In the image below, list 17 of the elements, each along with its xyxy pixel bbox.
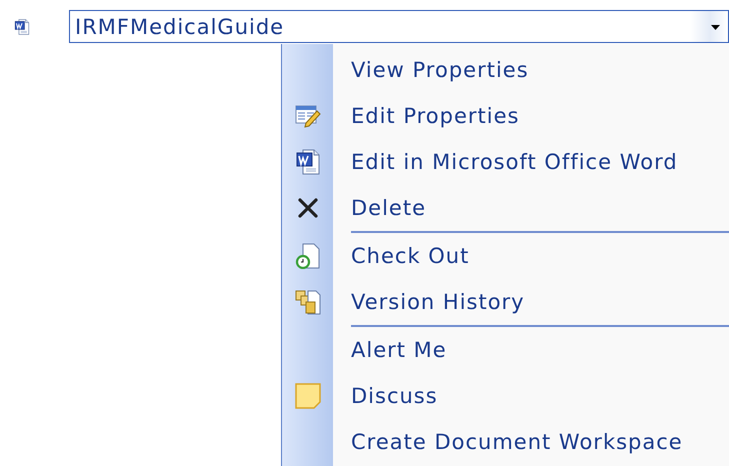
word-document-icon [294, 148, 320, 176]
menu-item[interactable]: Check Out [333, 244, 470, 268]
menu-item[interactable]: Edit in Microsoft Office Word [333, 150, 678, 174]
menu-item[interactable]: Create Document Workspace [333, 430, 683, 454]
close-x-icon [296, 197, 318, 219]
menu-item[interactable]: Alert Me [333, 338, 447, 362]
menu-item[interactable]: Version History [333, 290, 525, 314]
form-pencil-icon [294, 103, 320, 129]
document-clock-icon [294, 243, 320, 269]
document-dropdown[interactable]: IRMFMedicalGuide [69, 10, 729, 43]
sticky-note-icon [294, 382, 322, 410]
menu-item[interactable]: Discuss [333, 384, 438, 408]
menu-item[interactable]: View Properties [333, 58, 529, 82]
dropdown-arrow-icon[interactable] [711, 25, 720, 30]
menu-item[interactable]: Edit Properties [333, 104, 520, 128]
stacked-documents-icon [294, 289, 320, 315]
menu-item[interactable]: Delete [333, 196, 426, 220]
